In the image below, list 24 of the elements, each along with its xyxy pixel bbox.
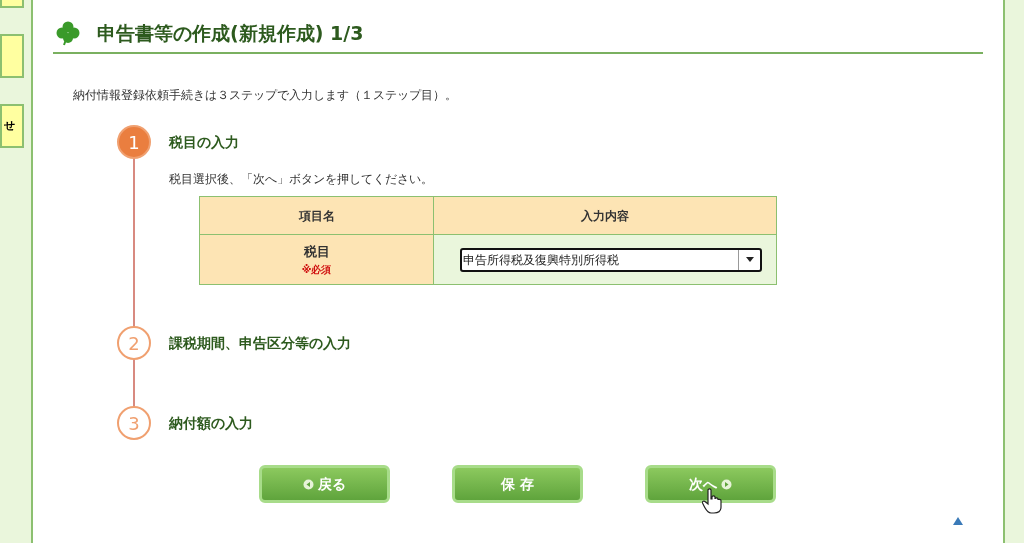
sidebar-tab[interactable] xyxy=(0,0,24,8)
step-number: 3 xyxy=(117,406,151,440)
step-title: 課税期間、申告区分等の入力 xyxy=(169,333,351,353)
column-header: 入力内容 xyxy=(433,196,777,235)
save-button[interactable]: 保 存 xyxy=(452,465,583,503)
back-button[interactable]: 戻る xyxy=(259,465,390,503)
step-number: 2 xyxy=(117,326,151,360)
clover-icon xyxy=(55,20,81,46)
sidebar-tab[interactable]: せ xyxy=(0,104,24,148)
tax-type-select[interactable]: 申告所得税及復興特別所得税 xyxy=(460,247,762,272)
next-button[interactable]: 次へ xyxy=(645,465,776,503)
up-triangle-icon xyxy=(953,517,963,525)
instruction-text: 税目選択後、「次へ」ボタンを押してください。 xyxy=(169,171,434,188)
required-note: ※必須 xyxy=(300,262,333,277)
dropdown-arrow-icon xyxy=(745,257,754,262)
column-header: 項目名 xyxy=(199,196,434,235)
intro-text: 納付情報登録依頼手続きは３ステップで入力します（１ステップ目）。 xyxy=(73,87,458,104)
step-title: 税目の入力 xyxy=(169,132,239,152)
step-title: 納付額の入力 xyxy=(169,413,253,433)
step-number: 1 xyxy=(117,125,151,159)
field-label: 税目 xyxy=(302,243,331,262)
page-title: 申告書等の作成(新規作成) 1/3 xyxy=(97,20,364,46)
hand-cursor-icon xyxy=(702,488,722,514)
sidebar-tab[interactable] xyxy=(0,34,24,78)
